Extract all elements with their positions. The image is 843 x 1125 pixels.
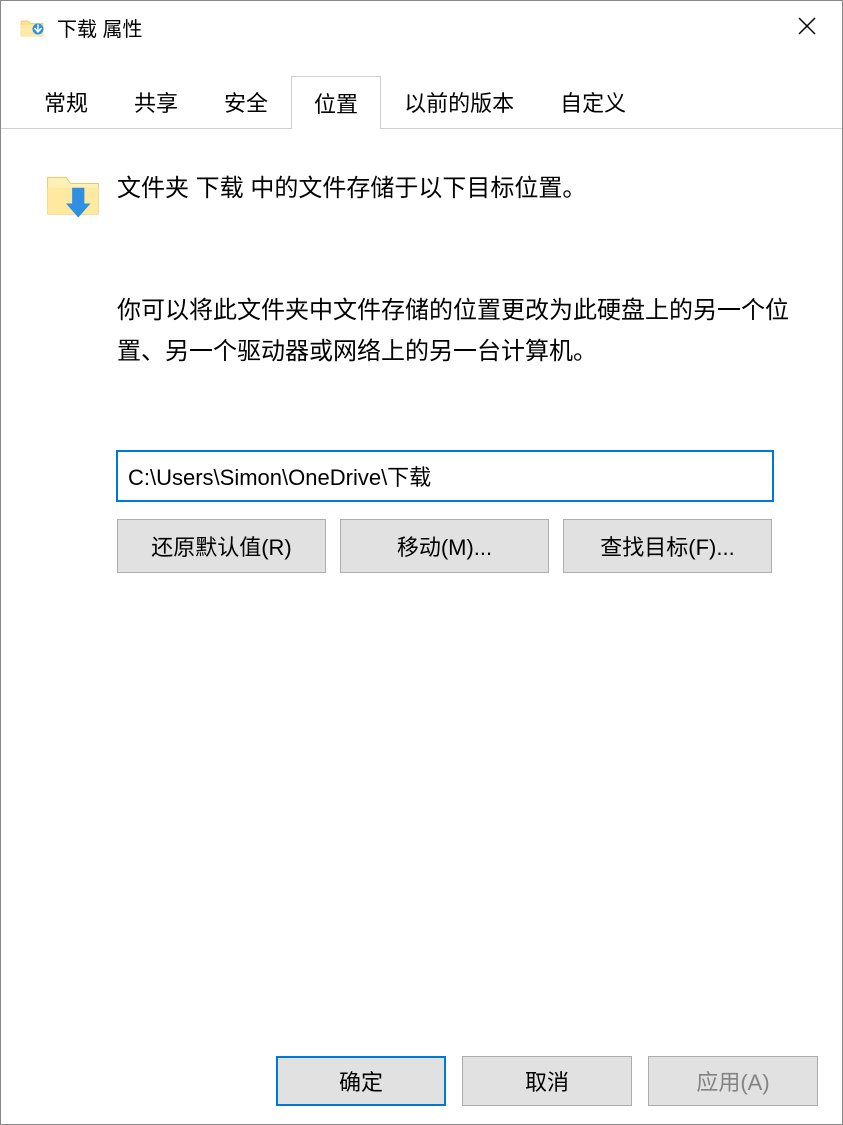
downloads-folder-icon [19,14,45,40]
close-button[interactable] [772,1,842,53]
properties-dialog: 下载 属性 常规 共享 安全 位置 以前的版本 自定义 [0,0,843,1125]
location-button-row: 还原默认值(R) 移动(M)... 查找目标(F)... [117,519,802,573]
restore-default-button[interactable]: 还原默认值(R) [117,519,326,573]
tab-sharing[interactable]: 共享 [111,75,201,128]
location-path-input[interactable] [117,451,773,501]
tab-general[interactable]: 常规 [21,75,111,128]
location-headline: 文件夹 下载 中的文件存储于以下目标位置。 [117,165,586,207]
close-icon [797,14,817,40]
find-target-button[interactable]: 查找目标(F)... [563,519,772,573]
move-button[interactable]: 移动(M)... [340,519,549,573]
window-title: 下载 属性 [57,13,143,42]
cancel-button[interactable]: 取消 [462,1056,632,1106]
titlebar: 下载 属性 [1,1,842,53]
downloads-folder-large-icon [45,165,101,221]
apply-button[interactable]: 应用(A) [648,1056,818,1106]
tab-security[interactable]: 安全 [201,75,291,128]
tab-content-location: 文件夹 下载 中的文件存储于以下目标位置。 你可以将此文件夹中文件存储的位置更改… [1,129,842,1038]
tab-previous[interactable]: 以前的版本 [381,75,537,128]
tab-location[interactable]: 位置 [291,76,381,129]
dialog-footer: 确定 取消 应用(A) [1,1038,842,1124]
tab-strip: 常规 共享 安全 位置 以前的版本 自定义 [1,53,842,129]
location-description: 你可以将此文件夹中文件存储的位置更改为此硬盘上的另一个位置、另一个驱动器或网络上… [117,291,802,373]
tab-custom[interactable]: 自定义 [537,75,649,128]
ok-button[interactable]: 确定 [276,1056,446,1106]
